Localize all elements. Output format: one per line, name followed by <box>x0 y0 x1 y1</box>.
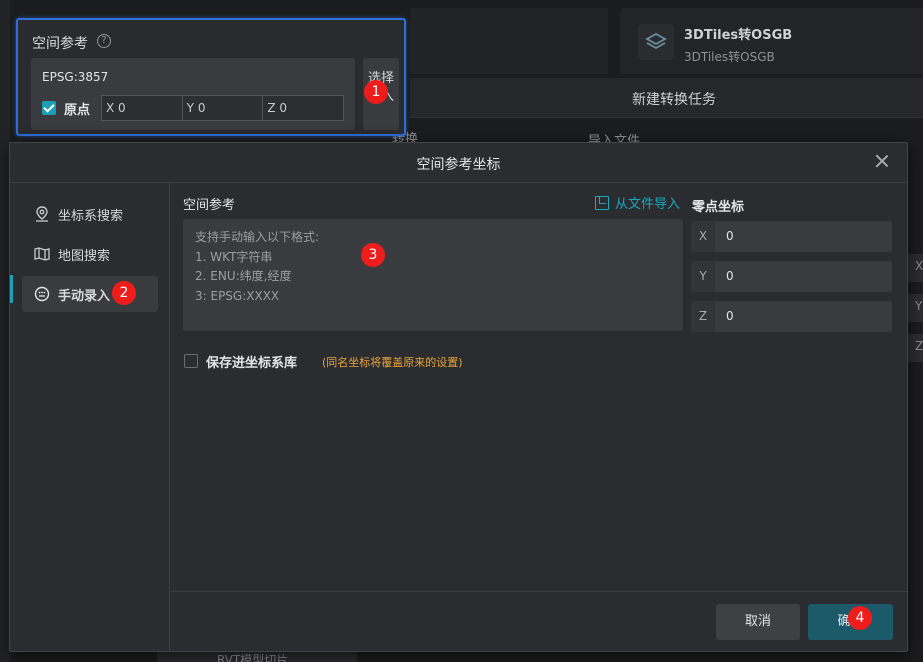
bg-tab-bar: 新建转换任务 <box>410 78 923 118</box>
axis-value: 0 <box>726 309 734 323</box>
epsg-value: EPSG:3857 <box>42 70 109 84</box>
bg-card-title: 3DTiles转OSGB <box>684 28 793 43</box>
bg-side-y: Y <box>907 294 923 322</box>
dialog-sidebar: 坐标系搜索 地图搜索 手动录入 <box>10 183 170 651</box>
spatial-reference-box: EPSG:3857 原点 X 0 Y 0 Z 0 <box>31 58 355 130</box>
import-icon <box>595 195 609 210</box>
origin-y-field[interactable]: Y 0 <box>182 95 264 121</box>
converter-icon <box>638 24 674 60</box>
nav-manual-input[interactable]: 手动录入 <box>22 276 158 312</box>
active-nav-marker <box>10 275 13 303</box>
step-badge-1: 1 <box>364 80 388 104</box>
axis-label: Y <box>691 261 715 292</box>
origin-z-field[interactable]: Z 0 <box>263 95 345 121</box>
help-icon[interactable]: ? <box>97 34 111 48</box>
dialog-title: 空间参考坐标 <box>416 157 501 173</box>
spatial-reference-panel: 空间参考 ? EPSG:3857 原点 X 0 Y 0 Z 0 选择录入 <box>16 18 406 136</box>
bg-converter-card[interactable]: 3DTiles转OSGB 3DTiles转OSGB <box>620 8 923 74</box>
spatial-reference-dialog: 空间参考坐标 坐标系搜索 地图搜索 手动录入 空间参考 从文件导入 支持手动输入… <box>9 142 908 652</box>
nav-label: 坐标系搜索 <box>58 208 124 224</box>
save-to-library-checkbox[interactable] <box>184 354 198 368</box>
origin-x-field[interactable]: X 0 <box>101 95 183 121</box>
overwrite-warning: (同名坐标将覆盖原来的设置) <box>322 356 463 369</box>
axis-value: 0 <box>726 269 734 283</box>
spatial-ref-label: 空间参考 <box>183 198 236 213</box>
dialog-footer: 取消 确定 <box>171 591 907 651</box>
nav-map-search[interactable]: 地图搜索 <box>22 236 158 272</box>
import-link-label: 从文件导入 <box>615 197 681 212</box>
map-icon <box>34 246 50 262</box>
dialog-main: 空间参考 从文件导入 支持手动输入以下格式: 1. WKT字符串 2. ENU:… <box>171 183 907 591</box>
nav-label: 手动录入 <box>58 288 111 304</box>
bg-tab-title: 新建转换任务 <box>632 92 716 108</box>
origin-checkbox[interactable] <box>42 101 56 115</box>
step-badge-2: 2 <box>112 281 136 305</box>
bg-side-z: Z <box>907 334 923 362</box>
origin-label: 原点 <box>64 103 91 118</box>
axis-label: Z <box>691 301 715 332</box>
bg-card-subtitle: 3DTiles转OSGB <box>684 50 775 64</box>
bg-side-x: X <box>907 254 923 282</box>
location-pin-icon <box>34 206 50 222</box>
import-from-file-link[interactable]: 从文件导入 <box>595 193 680 212</box>
spatial-reference-title: 空间参考 <box>32 36 88 52</box>
axis-value: 0 <box>726 229 734 243</box>
nav-coordinate-search[interactable]: 坐标系搜索 <box>22 196 158 232</box>
cancel-button[interactable]: 取消 <box>716 604 800 640</box>
close-icon[interactable] <box>875 154 889 168</box>
axis-label: X <box>691 221 715 252</box>
zero-point-label: 零点坐标 <box>692 200 745 215</box>
save-to-library-label: 保存进坐标系库 <box>206 356 298 371</box>
origin-xyz-row: X 0 Y 0 Z 0 <box>101 95 345 121</box>
zero-y-field[interactable]: Y 0 <box>691 261 892 292</box>
bg-panel-top <box>410 8 608 74</box>
step-badge-3: 3 <box>361 243 385 267</box>
zero-z-field[interactable]: Z 0 <box>691 301 892 332</box>
spatial-ref-textarea[interactable]: 支持手动输入以下格式: 1. WKT字符串 2. ENU:纬度,经度 3: EP… <box>183 219 683 331</box>
keyboard-icon <box>34 286 50 302</box>
zero-x-field[interactable]: X 0 <box>691 221 892 252</box>
step-badge-4: 4 <box>848 606 872 630</box>
bg-side-fields: X Y Z <box>907 214 923 364</box>
nav-label: 地图搜索 <box>58 248 111 264</box>
dialog-header: 空间参考坐标 <box>10 143 907 183</box>
